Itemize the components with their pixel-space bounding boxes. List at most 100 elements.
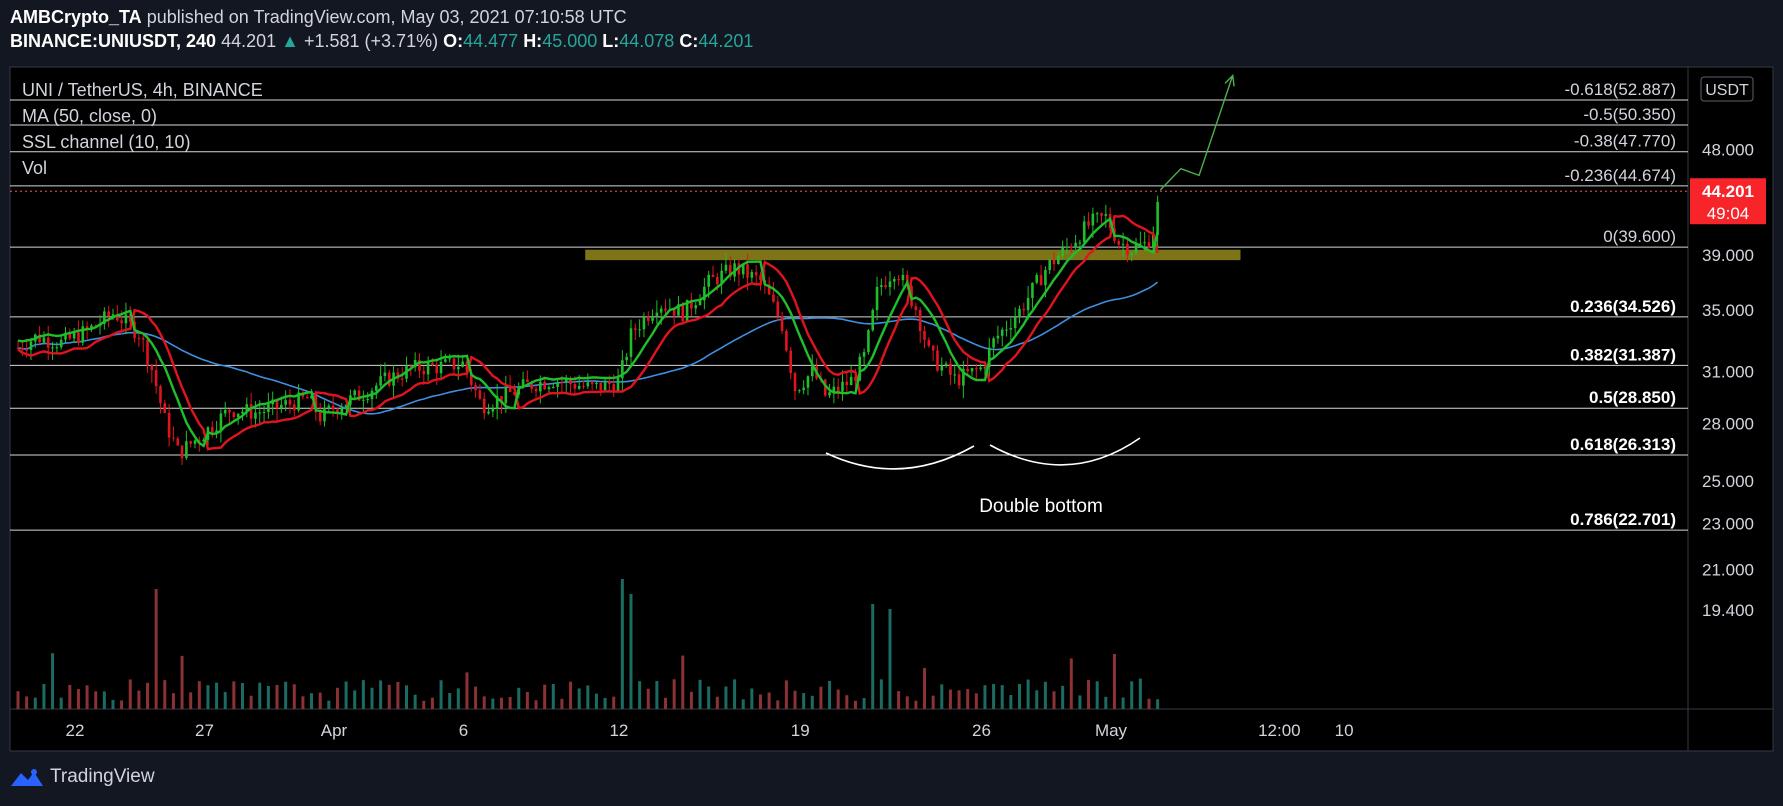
- unit-label: USDT: [1705, 82, 1749, 99]
- candle-body: [655, 312, 659, 316]
- volume-bar: [1130, 681, 1134, 709]
- candle-body: [880, 285, 883, 287]
- fib-label: 0.5(28.850): [1589, 388, 1676, 407]
- candle-body: [1035, 275, 1039, 283]
- volume-bar: [499, 697, 503, 709]
- price-chart[interactable]: -0.618(52.887) -0.5(50.350) -0.38(47.770) -…: [0, 0, 1783, 806]
- candle-body: [893, 278, 896, 282]
- candle-body: [1087, 221, 1090, 226]
- volume-bar: [335, 687, 339, 709]
- legend-ma[interactable]: MA (50, close, 0): [22, 106, 157, 126]
- volume-bar: [171, 693, 175, 709]
- volume-bar: [948, 689, 952, 709]
- candle-body: [966, 368, 969, 372]
- volume-bar: [42, 683, 46, 709]
- candle-body: [711, 274, 715, 277]
- candle-body: [236, 413, 240, 418]
- price-tick-label: 48.000: [1702, 140, 1754, 159]
- candle-body: [556, 382, 559, 388]
- legend-vol[interactable]: Vol: [22, 158, 47, 178]
- volume-bar: [681, 655, 685, 709]
- volume-bar: [586, 685, 590, 709]
- candle-body: [551, 387, 555, 389]
- candle-body: [1044, 270, 1047, 286]
- volume-bar: [724, 686, 728, 709]
- volume-bar: [275, 684, 279, 709]
- candle-body: [638, 329, 641, 331]
- volume-bar: [888, 609, 892, 709]
- volume-bar: [51, 653, 55, 709]
- volume-bar: [603, 697, 607, 709]
- candle-body: [154, 370, 158, 387]
- candle-body: [491, 408, 495, 412]
- candle-body: [150, 365, 154, 371]
- candle-body: [219, 413, 223, 431]
- candle-body: [526, 379, 529, 383]
- tradingview-footer[interactable]: TradingView: [10, 766, 155, 788]
- candle-body: [897, 278, 900, 281]
- volume-bar: [758, 694, 762, 709]
- candle-body: [625, 356, 628, 361]
- candle-body: [448, 358, 451, 360]
- time-tick-label: 22: [66, 721, 85, 740]
- candle-body: [884, 285, 887, 288]
- volume-bar: [784, 680, 788, 709]
- volume-bar: [111, 700, 115, 709]
- candle-body: [1048, 260, 1051, 271]
- candle-body: [487, 411, 490, 414]
- volume-bar: [327, 700, 331, 709]
- time-tick-label: 19: [791, 721, 810, 740]
- candle-body: [120, 320, 123, 324]
- candle-body: [888, 281, 892, 288]
- candle-body: [867, 330, 870, 353]
- volume-bar: [249, 695, 253, 709]
- fib-label: 0.382(31.387): [1570, 345, 1676, 364]
- volume-bar: [301, 696, 305, 709]
- candle-body: [836, 386, 840, 392]
- volume-bar: [715, 696, 719, 709]
- volume-bar: [120, 700, 124, 709]
- volume-bar: [897, 691, 901, 709]
- candle-body: [616, 378, 620, 392]
- volume-bar: [707, 686, 711, 709]
- volume-bar: [430, 697, 434, 709]
- price-tick-label: 28.000: [1702, 414, 1754, 433]
- time-tick-label: 10: [1335, 721, 1354, 740]
- volume-bar: [1026, 679, 1030, 709]
- candle-body: [849, 376, 853, 386]
- candle-body: [1005, 329, 1008, 331]
- candle-body: [379, 376, 382, 386]
- volume-bar: [664, 697, 668, 709]
- volume-bar: [534, 700, 538, 709]
- volume-bar: [612, 696, 616, 709]
- candle-body: [923, 330, 926, 340]
- candle-body: [694, 305, 698, 309]
- volume-bar: [1078, 695, 1082, 709]
- fib-label: 0(39.600): [1603, 227, 1676, 246]
- candle-body: [957, 374, 961, 386]
- volume-bar: [137, 690, 141, 709]
- volume-bar: [905, 696, 909, 709]
- legend-ssl[interactable]: SSL channel (10, 10): [22, 132, 190, 152]
- volume-bar: [310, 693, 314, 709]
- candle-body: [146, 339, 149, 366]
- volume-bar: [508, 696, 512, 709]
- volume-bar: [353, 690, 357, 709]
- candle-body: [1095, 213, 1099, 215]
- volume-bar: [396, 681, 400, 709]
- volume-bar: [223, 692, 227, 709]
- candle-body: [478, 390, 482, 399]
- candle-body: [664, 308, 667, 311]
- candle-body: [107, 311, 110, 317]
- candle-body: [42, 337, 46, 343]
- time-tick-label: 26: [972, 721, 991, 740]
- volume-bar: [879, 679, 883, 709]
- volume-bar: [1095, 681, 1099, 709]
- volume-bar: [802, 693, 806, 709]
- time-tick-label: Apr: [321, 721, 348, 740]
- time-tick-label: 12:00: [1258, 721, 1301, 740]
- candle-body: [362, 399, 365, 401]
- candle-body: [228, 409, 231, 413]
- time-tick-label: 6: [459, 721, 468, 740]
- volume-bar: [16, 691, 20, 709]
